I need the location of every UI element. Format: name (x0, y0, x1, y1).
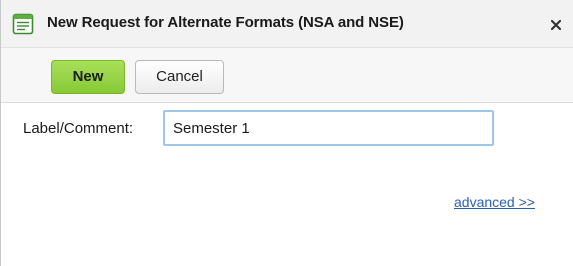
dialog-titlebar: New Request for Alternate Formats (NSA a… (1, 0, 573, 48)
dialog-title: New Request for Alternate Formats (NSA a… (47, 14, 404, 31)
new-button[interactable]: New (51, 60, 125, 94)
label-comment-label: Label/Comment: (23, 120, 134, 137)
cancel-button[interactable]: Cancel (135, 60, 224, 94)
advanced-link[interactable]: advanced >> (454, 194, 535, 210)
label-comment-input[interactable] (163, 110, 494, 146)
new-request-dialog: New Request for Alternate Formats (NSA a… (0, 0, 573, 266)
close-icon[interactable] (548, 17, 564, 33)
dialog-toolbar: New Cancel (1, 48, 573, 103)
form-document-icon (12, 13, 34, 35)
